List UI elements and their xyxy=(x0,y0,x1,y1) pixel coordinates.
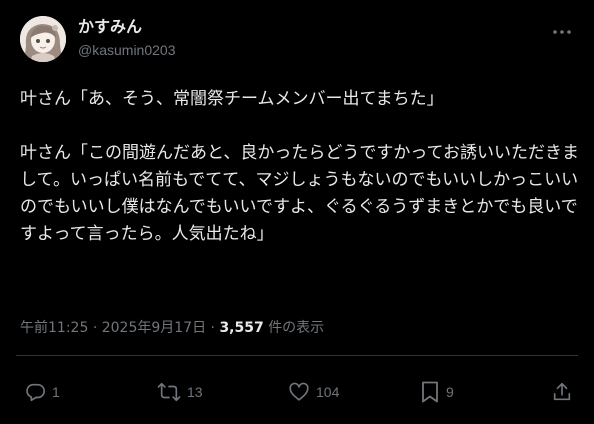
reply-count: 1 xyxy=(52,384,60,400)
views-label: 件の表示 xyxy=(268,320,325,336)
views-count: 3,557 xyxy=(219,320,264,336)
reply-button[interactable]: 1 xyxy=(24,378,60,406)
more-dots-icon[interactable] xyxy=(550,20,574,44)
post-date[interactable]: 2025年9月17日 xyxy=(102,320,206,336)
bookmark-button[interactable]: 9 xyxy=(420,378,454,406)
post-text: 叶さん「あ、そう、常闇祭チームメンバー出てまちた」 叶さん「この間遊んだあと、良… xyxy=(20,89,579,244)
meta-separator: · xyxy=(210,320,215,336)
author-names: かすみん @kasumin0203 xyxy=(78,16,176,60)
action-bar: 1 13 104 9 xyxy=(0,378,594,406)
display-name[interactable]: かすみん xyxy=(78,16,176,38)
repost-arrows-icon xyxy=(157,381,181,403)
meta-separator: · xyxy=(92,320,98,336)
tweet-card: かすみん @kasumin0203 叶さん「あ、そう、常闇祭チームメンバー出てま… xyxy=(0,0,594,424)
repost-button[interactable]: 13 xyxy=(157,378,203,406)
heart-icon xyxy=(288,381,310,403)
like-count: 104 xyxy=(316,384,340,400)
post-time[interactable]: 午前11:25 xyxy=(20,320,88,336)
share-upload-icon xyxy=(551,380,573,404)
like-button[interactable]: 104 xyxy=(288,378,339,406)
divider xyxy=(16,355,578,356)
reply-bubble-icon xyxy=(24,381,46,403)
bookmark-icon xyxy=(420,380,440,404)
avatar[interactable] xyxy=(20,16,66,62)
tweet-header: かすみん @kasumin0203 xyxy=(16,14,578,62)
repost-count: 13 xyxy=(187,384,203,400)
bookmark-count: 9 xyxy=(446,384,454,400)
post-meta: 午前11:25 · 2025年9月17日 · 3,557 件の表示 xyxy=(20,318,324,338)
share-button[interactable] xyxy=(551,378,573,406)
user-handle[interactable]: @kasumin0203 xyxy=(78,40,176,60)
